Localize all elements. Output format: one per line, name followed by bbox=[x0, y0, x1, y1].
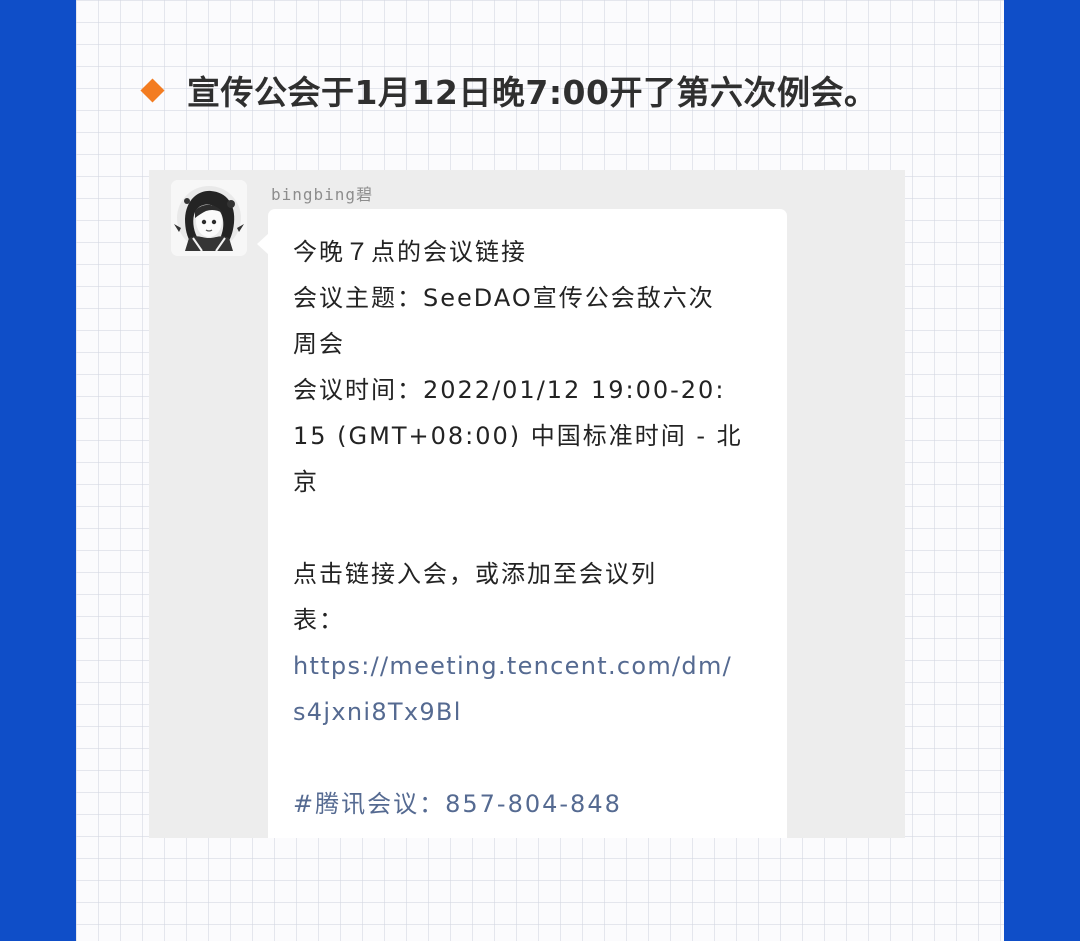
message-line: 京 bbox=[293, 468, 319, 496]
meeting-id-line[interactable]: #腾讯会议：857-804-848 bbox=[293, 781, 775, 827]
headline: 宣传公会于1月12日晚7:00开了第六次例会。 bbox=[140, 62, 1000, 118]
message-line: 15 (GMT+08:00) 中国标准时间 - 北 bbox=[293, 422, 743, 450]
headline-text: 宣传公会于1月12日晚7:00开了第六次例会。 bbox=[187, 73, 878, 112]
message-line: 表： bbox=[293, 606, 345, 634]
message-line: 会议主题：SeeDAO宣传公会敌六次 bbox=[293, 284, 715, 312]
message-line: 今晚７点的会议链接 bbox=[293, 238, 527, 266]
message-line: 周会 bbox=[293, 330, 345, 358]
diamond-bullet-icon bbox=[140, 77, 165, 103]
meeting-link-line[interactable]: s4jxni8Tx9Bl bbox=[293, 689, 775, 735]
chat-screenshot: bingbing碧 今晚７点的会议链接会议主题：SeeDAO宣传公会敌六次 周会会… bbox=[149, 170, 905, 838]
message-text: 今晚７点的会议链接会议主题：SeeDAO宣传公会敌六次 周会会议时间：2022/0… bbox=[293, 229, 775, 827]
message-line: 点击链接入会，或添加至会议列 bbox=[293, 560, 657, 588]
avatar-icon[interactable] bbox=[171, 180, 247, 256]
meeting-link-line[interactable]: https://meeting.tencent.com/dm/ bbox=[293, 643, 775, 689]
anime-girl-avatar-icon bbox=[171, 180, 247, 256]
message-bubble[interactable]: 今晚７点的会议链接会议主题：SeeDAO宣传公会敌六次 周会会议时间：2022/0… bbox=[268, 209, 787, 838]
sender-name: bingbing碧 bbox=[271, 185, 374, 204]
message-line: 会议时间：2022/01/12 19:00-20: bbox=[293, 376, 726, 404]
page: 宣传公会于1月12日晚7:00开了第六次例会。 bingbing碧 今晚７点的会… bbox=[0, 0, 1080, 941]
